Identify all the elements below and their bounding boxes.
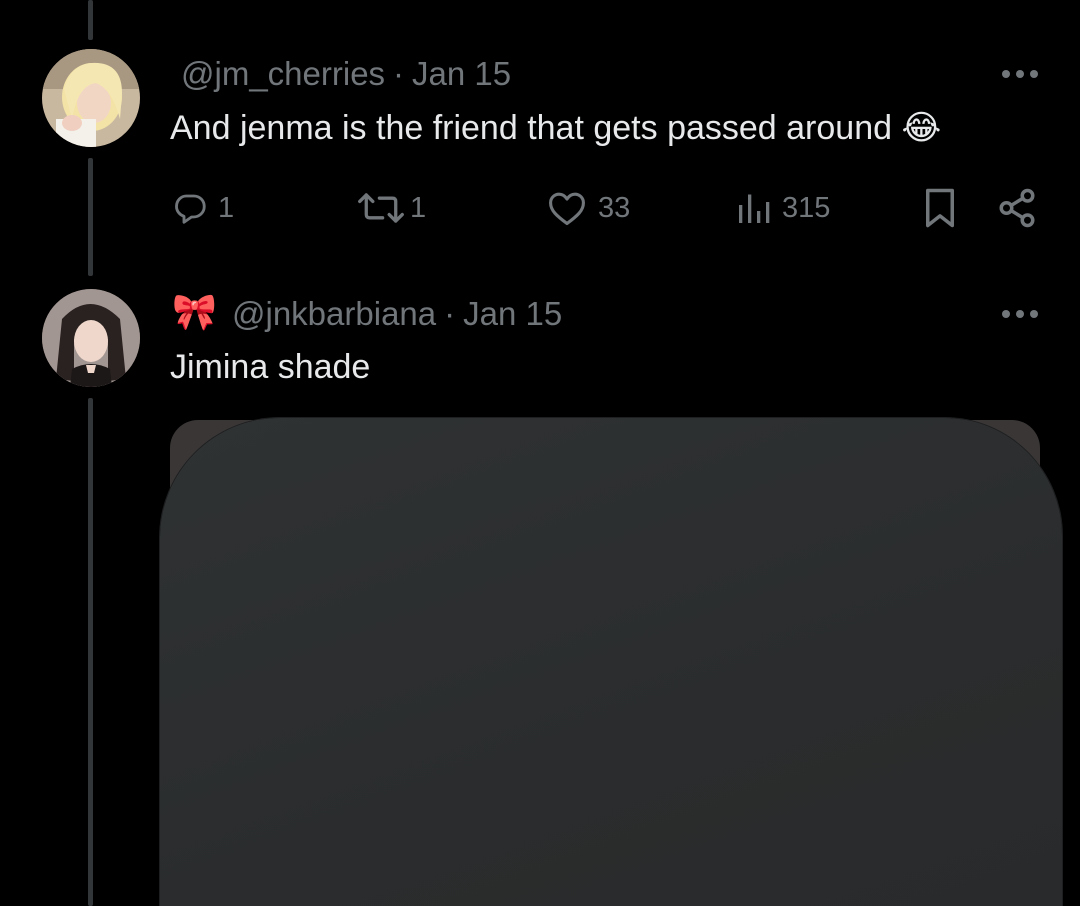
like-count: 33 [598,191,631,224]
views-icon [739,194,770,223]
more-icon[interactable] [1000,308,1040,320]
share-button[interactable] [996,186,1038,230]
share-icon [999,188,1035,228]
avatar[interactable] [42,49,140,147]
like-button[interactable]: 33 [546,186,630,230]
thread-line-top [88,0,93,40]
views-button[interactable]: 315 [736,186,830,230]
ribbon-emoji: 🎀 [172,291,217,332]
tweet-meta: @jnkbarbiana · Jan 15 [232,294,562,334]
repost-icon [358,193,404,223]
reply-count: 1 [218,191,235,224]
meta-separator: · [444,295,456,332]
thread-line-middle [88,158,93,276]
views-count: 315 [782,191,831,224]
repost-count: 1 [410,191,427,224]
reply-icon [175,194,206,224]
tweet-meta: @jm_cherries · Jan 15 [181,54,511,94]
thread-view: @jm_cherries · Jan 15 And jenma is the fri… [0,0,1080,906]
avatar-image [42,289,140,387]
avatar[interactable] [42,289,140,387]
handle[interactable]: @jnkbarbiana [232,295,436,332]
repost-button[interactable]: 1 [356,186,426,230]
timestamp[interactable]: Jan 15 [463,295,562,332]
more-icon[interactable] [1000,68,1040,80]
media-image[interactable] [160,418,1062,906]
bookmark-button[interactable] [922,186,958,230]
tweet-text: And jenma is the friend that gets passed… [170,109,942,147]
tweet-text: Jimina shade [170,348,371,386]
thread-line-bottom [88,398,93,906]
avatar-image [42,49,140,147]
bookmark-icon [926,188,954,228]
handle[interactable]: @jm_cherries [181,55,385,92]
timestamp[interactable]: Jan 15 [412,55,511,92]
heart-icon [549,192,585,226]
meta-separator: · [393,55,405,92]
reply-button[interactable]: 1 [172,186,234,230]
